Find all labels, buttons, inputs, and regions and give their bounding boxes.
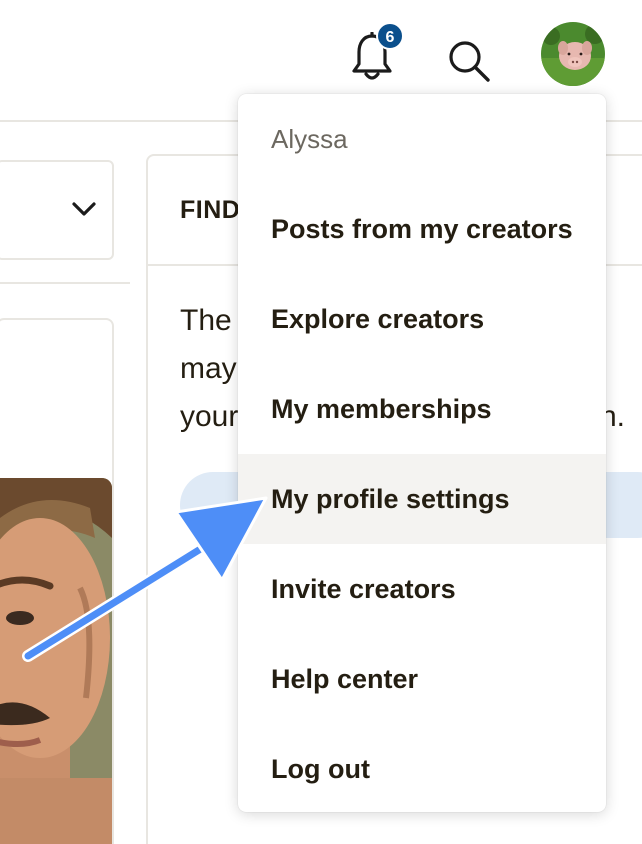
menu-item-help-center[interactable]: Help center [238, 634, 606, 724]
menu-item-my-profile-settings[interactable]: My profile settings [238, 454, 606, 544]
menu-user-name: Alyssa [271, 124, 348, 154]
post-photo [0, 478, 112, 844]
menu-item-my-memberships[interactable]: My memberships [238, 364, 606, 454]
divider [0, 282, 130, 284]
card-title: FIND [180, 196, 241, 224]
card-text-line: The [180, 304, 232, 337]
menu-item-invite-creators[interactable]: Invite creators [238, 544, 606, 634]
search-icon[interactable] [446, 38, 492, 84]
avatar[interactable] [541, 22, 605, 86]
card-text-line: may [180, 352, 237, 385]
notification-badge[interactable]: 6 [376, 22, 404, 50]
menu-item-log-out[interactable]: Log out [238, 724, 606, 814]
card-text-line: your [180, 400, 239, 433]
menu-item-explore-creators[interactable]: Explore creators [238, 274, 606, 364]
menu-item-posts-from-my-creators[interactable]: Posts from my creators [238, 184, 606, 274]
account-dropdown-menu: Alyssa Posts from my creators Explore cr… [238, 94, 606, 812]
chevron-down-icon[interactable] [70, 198, 98, 220]
